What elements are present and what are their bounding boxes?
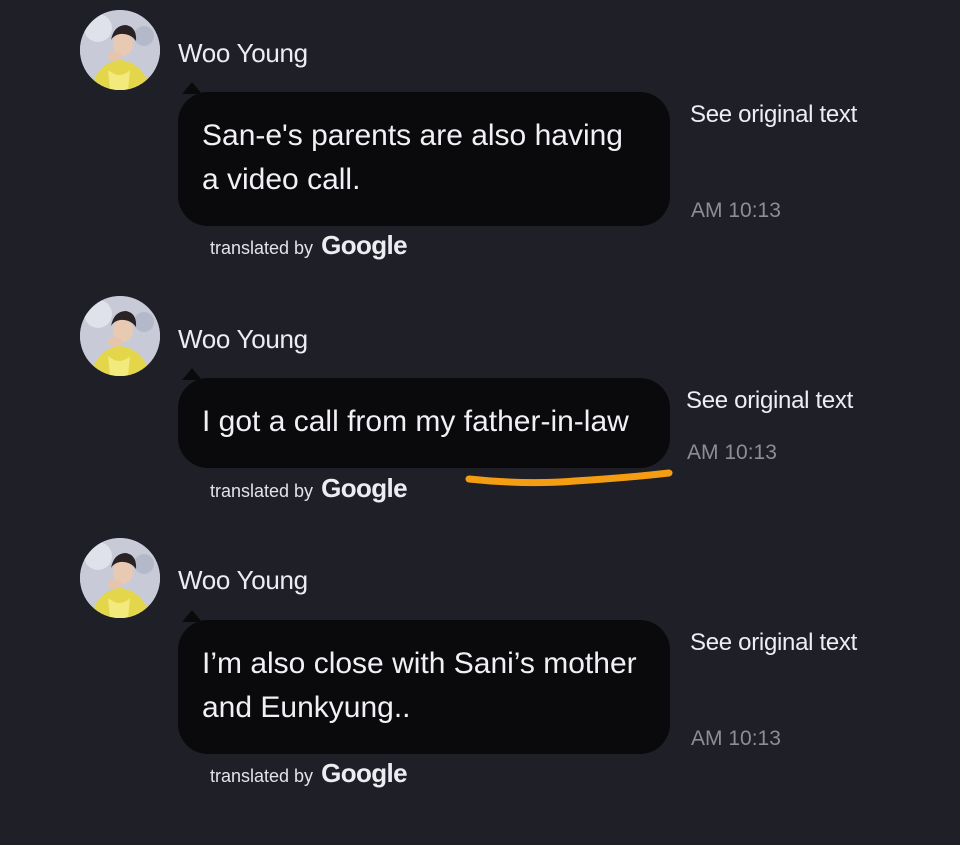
avatar[interactable] [80,538,160,618]
avatar[interactable] [80,10,160,90]
orange-highlight-underline [465,469,673,487]
google-logo: Google [321,473,408,503]
message-bubble[interactable]: San-e's parents are also having a video … [178,82,670,226]
message-text: I’m also close with Sani’s mother and Eu… [202,647,637,724]
message-timestamp: AM 10:13 [687,441,777,464]
message-text: San-e's parents are also having a video … [202,119,623,196]
translated-by-google: translated by Google [210,758,408,789]
sender-name: Woo Young [178,324,308,354]
translated-by-label: translated by [210,238,314,258]
google-logo: Google [321,230,408,260]
translated-by-label: translated by [210,766,314,786]
avatar-image [80,10,160,90]
translated-by-label: translated by [210,481,314,501]
see-original-text-link[interactable]: See original text [686,387,853,415]
google-logo: Google [321,758,408,788]
message-bubble[interactable]: I got a call from my father-in-law [178,368,670,468]
sender-name: Woo Young [178,565,308,595]
message-timestamp: AM 10:13 [691,199,781,222]
see-original-text-link[interactable]: See original text [690,629,857,657]
avatar-image [80,296,160,376]
message-timestamp: AM 10:13 [691,727,781,750]
message-bubble[interactable]: I’m also close with Sani’s mother and Eu… [178,610,670,754]
see-original-text-link[interactable]: See original text [690,101,857,129]
message-text: I got a call from my father-in-law [202,405,629,438]
translated-by-google: translated by Google [210,230,408,261]
sender-name: Woo Young [178,38,308,68]
avatar-image [80,538,160,618]
translated-by-google: translated by Google [210,473,408,504]
avatar[interactable] [80,296,160,376]
